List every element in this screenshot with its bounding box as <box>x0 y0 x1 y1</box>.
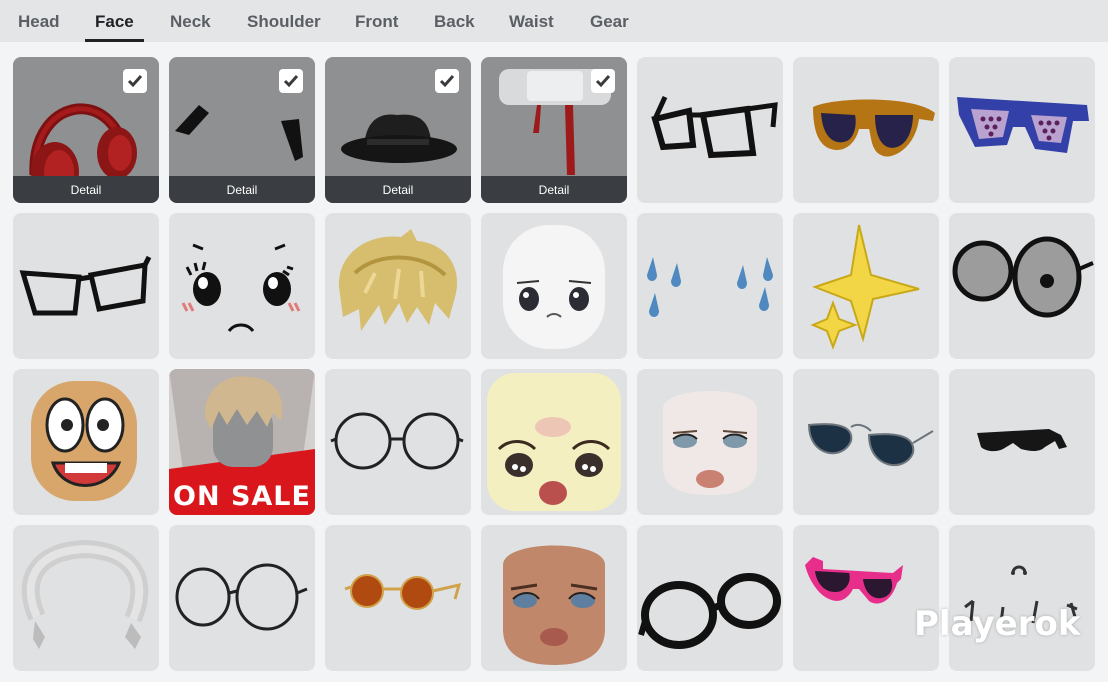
accessory-tile-horseshoe-piercing[interactable] <box>13 525 159 671</box>
accessory-tile-yellow-sparkles[interactable] <box>793 213 939 359</box>
accessory-tile-tan-realistic-face[interactable] <box>481 525 627 671</box>
gray-round-glasses-icon <box>952 236 1094 318</box>
accessory-tile-sad-white-face[interactable] <box>481 213 627 359</box>
accessory-tile-square-glasses[interactable] <box>13 213 159 359</box>
smiling-face-icon <box>31 381 137 501</box>
accessory-tile-orange-sunglasses[interactable] <box>793 57 939 203</box>
tab-face[interactable]: Face <box>85 12 144 42</box>
accessory-tile-round-glasses-gray[interactable] <box>949 213 1095 359</box>
detail-button[interactable]: Detail <box>481 176 627 203</box>
blue-tears-icon <box>647 257 773 317</box>
watermark-logo: Playerok <box>914 604 1081 644</box>
equipped-checkbox[interactable] <box>591 69 615 93</box>
accessory-tile-black-horns[interactable]: Detail <box>169 57 315 203</box>
tab-neck[interactable]: Neck <box>170 12 211 42</box>
crying-anime-face-icon <box>487 373 621 511</box>
accessory-tile-aviator-sunglasses[interactable] <box>793 369 939 515</box>
checkmark-icon <box>595 75 611 88</box>
accessory-tile-black-glasses[interactable] <box>637 57 783 203</box>
face-piercings-icon <box>964 565 1078 624</box>
sad-white-face-icon <box>503 225 605 349</box>
accessory-tile-thin-round-glasses[interactable] <box>325 369 471 515</box>
equipped-checkbox[interactable] <box>279 69 303 93</box>
accessory-tile-smiling-face[interactable] <box>13 369 159 515</box>
accessory-tile-realistic-face[interactable] <box>637 369 783 515</box>
orange-sunglasses-icon <box>813 99 935 157</box>
tab-gear[interactable]: Gear <box>590 12 629 42</box>
category-tab-bar: Head Face Neck Shoulder Front Back Waist… <box>0 0 1108 42</box>
checkmark-icon <box>439 75 455 88</box>
tab-front[interactable]: Front <box>355 12 398 42</box>
accessory-tile-blue-shutter-shades[interactable] <box>949 57 1095 203</box>
accessory-tile-bloody-mask[interactable]: Detail <box>481 57 627 203</box>
accessory-tile-pink-sunglasses[interactable] <box>793 525 939 671</box>
tab-back[interactable]: Back <box>434 12 475 42</box>
accessory-tile-blue-tears[interactable] <box>637 213 783 359</box>
black-glasses-icon <box>651 95 778 159</box>
wrap-sunglasses-icon <box>977 429 1067 452</box>
accessory-tile-on-sale-hair[interactable]: ON SALE <box>169 369 315 515</box>
detail-button[interactable]: Detail <box>169 176 315 203</box>
accessory-tile-orange-round-sunglasses[interactable] <box>325 525 471 671</box>
square-glasses-icon <box>19 255 152 316</box>
equipped-checkbox[interactable] <box>123 69 147 93</box>
equipped-checkbox[interactable] <box>435 69 459 93</box>
accessory-tile-blonde-hair[interactable] <box>325 213 471 359</box>
realistic-face-icon <box>663 391 757 495</box>
horseshoe-piercing-icon <box>21 539 149 649</box>
accessory-tile-wire-round-glasses[interactable] <box>169 525 315 671</box>
accessory-tile-face-piercings[interactable] <box>949 525 1095 671</box>
accessory-tile-wrap-sunglasses[interactable] <box>949 369 1095 515</box>
aviator-sunglasses-icon <box>807 423 934 467</box>
wire-round-glasses-icon <box>175 563 308 631</box>
blonde-hair-icon <box>338 229 458 331</box>
tan-realistic-face-icon <box>503 545 605 665</box>
accessory-tile-red-headphones[interactable]: Detail <box>13 57 159 203</box>
thin-round-glasses-icon <box>330 412 464 470</box>
anime-face-icon <box>181 243 301 333</box>
accessory-tile-crying-anime-face[interactable] <box>481 369 627 515</box>
accessory-tile-thick-black-round-glasses[interactable] <box>637 525 783 671</box>
on-sale-label: ON SALE <box>173 480 311 512</box>
accessory-tile-anime-face[interactable] <box>169 213 315 359</box>
checkmark-icon <box>127 75 143 88</box>
tab-head[interactable]: Head <box>18 12 60 42</box>
tab-waist[interactable]: Waist <box>509 12 554 42</box>
detail-button[interactable]: Detail <box>325 176 471 203</box>
pink-sunglasses-icon <box>805 557 903 604</box>
sparkles-icon <box>810 224 920 350</box>
checkmark-icon <box>283 75 299 88</box>
thick-black-round-glasses-icon <box>638 573 781 649</box>
tab-shoulder[interactable]: Shoulder <box>247 12 321 42</box>
accessory-tile-black-fedora[interactable]: Detail <box>325 57 471 203</box>
orange-round-sunglasses-icon <box>344 574 462 610</box>
detail-button[interactable]: Detail <box>13 176 159 203</box>
blue-shutter-shades-icon <box>957 97 1089 153</box>
